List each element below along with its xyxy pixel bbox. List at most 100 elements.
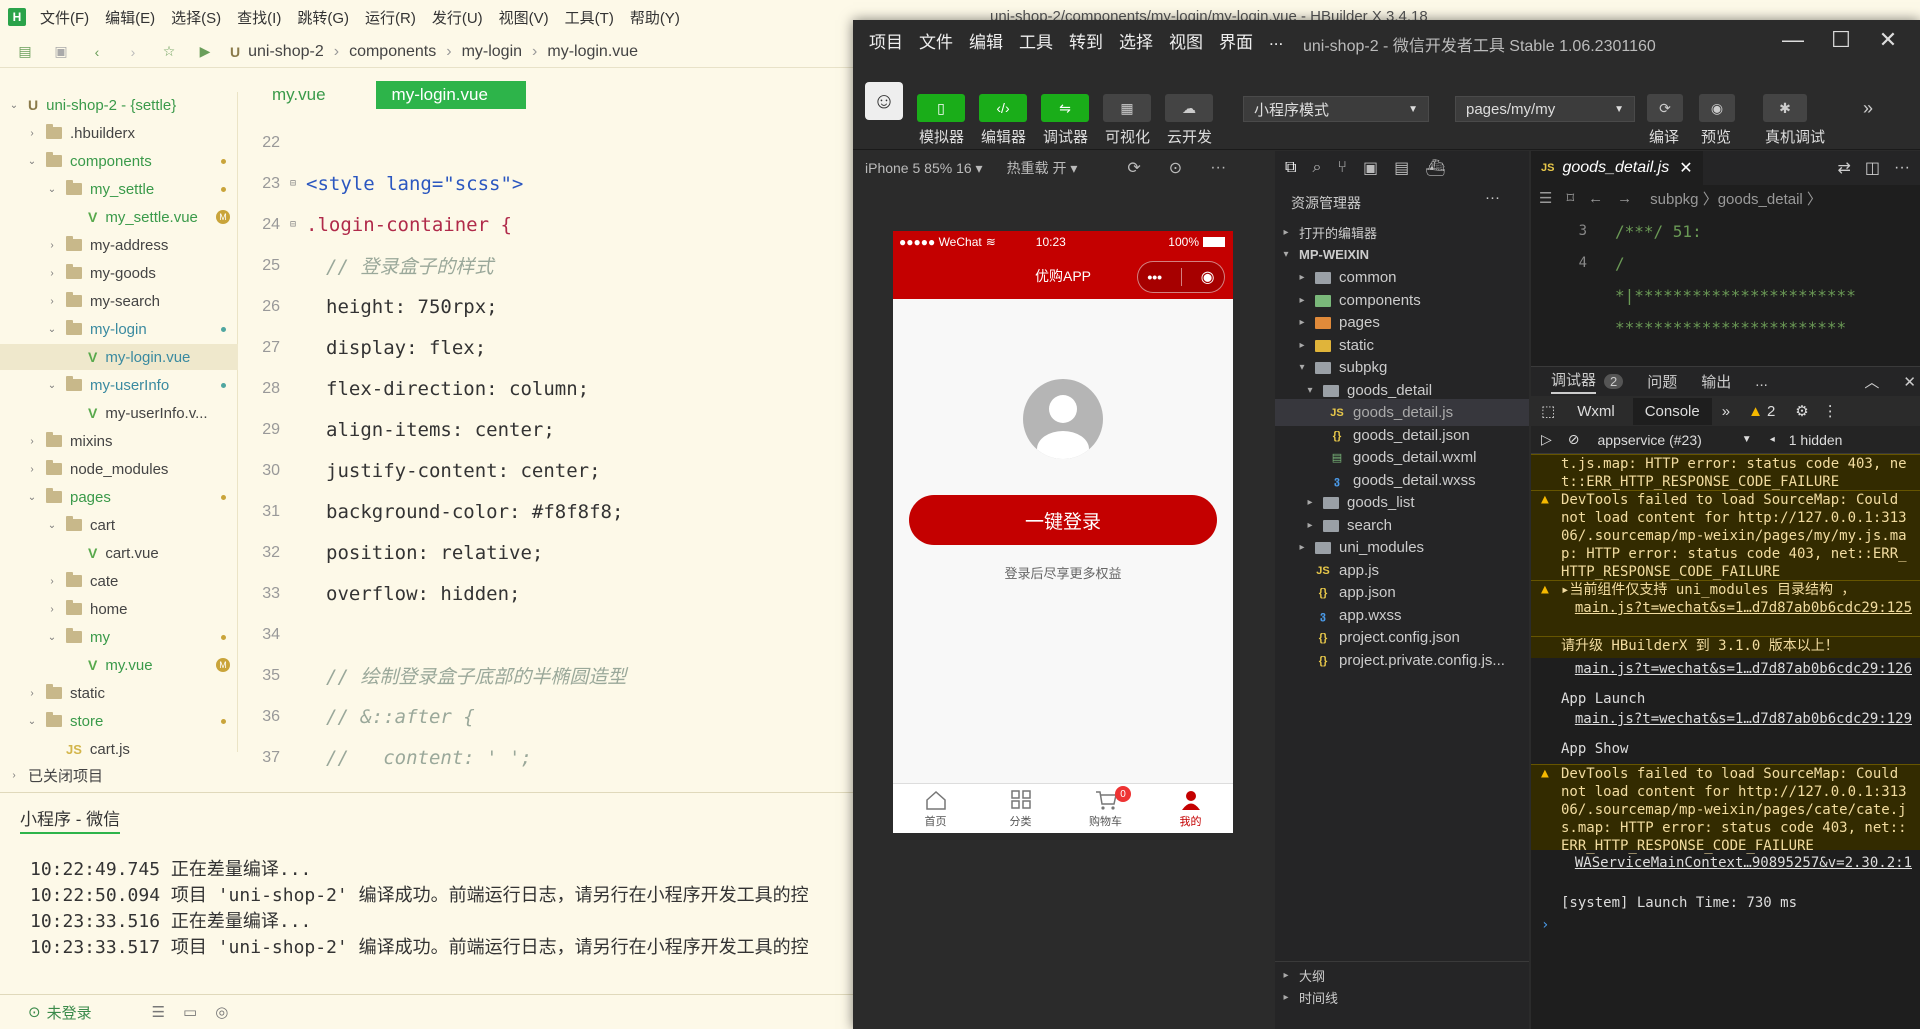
tree-item-components[interactable]: ⌄components bbox=[0, 148, 238, 174]
tab-issues[interactable]: 问题 bbox=[1647, 371, 1677, 392]
console-prompt[interactable]: › bbox=[1531, 916, 1920, 936]
cloud-icon[interactable]: ☁ bbox=[1165, 94, 1213, 122]
menu-view[interactable]: 视图 bbox=[1169, 28, 1203, 53]
tab-category[interactable]: 分类 bbox=[978, 784, 1063, 833]
more-icon[interactable]: ··· bbox=[1210, 159, 1226, 177]
storage-icon[interactable]: ▤ bbox=[1394, 158, 1409, 178]
breadcrumb-item[interactable]: my-login.vue bbox=[547, 43, 638, 61]
files-icon[interactable]: ⧉ bbox=[1285, 159, 1296, 177]
breadcrumb-item[interactable]: components bbox=[349, 43, 436, 61]
split-editor-icon[interactable]: ◫ bbox=[1865, 158, 1880, 178]
tab-goods-detail-js[interactable]: JS goods_detail.js ✕ bbox=[1531, 151, 1703, 185]
login-status[interactable]: 未登录 bbox=[47, 1002, 92, 1023]
clear-console-icon[interactable]: ⊘ bbox=[1568, 431, 1580, 448]
menu-more[interactable]: ... bbox=[1269, 30, 1283, 50]
tab-mine[interactable]: 我的 bbox=[1148, 784, 1233, 833]
tree-item-root[interactable]: ⌄Uuni-shop-2 - {settle} bbox=[0, 92, 238, 118]
favorite-icon[interactable]: ☆ bbox=[158, 41, 180, 63]
exit-icon[interactable]: ◉ bbox=[1201, 267, 1215, 287]
menu-edit[interactable]: 编辑 bbox=[969, 28, 1003, 53]
page-path-select[interactable]: pages/my/my▼ bbox=[1455, 96, 1635, 122]
terminal-icon[interactable]: ▭ bbox=[183, 1003, 197, 1021]
menu-run[interactable]: 运行(R) bbox=[365, 7, 416, 28]
list-icon[interactable]: ☰ bbox=[1539, 189, 1552, 207]
tree-item-cart-vue[interactable]: Vcart.vue bbox=[0, 540, 238, 566]
code-editor[interactable]: 22 23⊟<style lang="scss"> 24⊟.login-cont… bbox=[240, 122, 850, 792]
mode-select[interactable]: 小程序模式▼ bbox=[1243, 96, 1429, 122]
settings-icon[interactable]: ⚙ bbox=[1795, 402, 1808, 420]
tree-item-cart[interactable]: ⌄cart bbox=[0, 512, 238, 538]
menu-file[interactable]: 文件 bbox=[919, 28, 953, 53]
tab-debugger[interactable]: 调试器 bbox=[1551, 369, 1596, 394]
tree-item-my-search[interactable]: ›my-search bbox=[0, 288, 238, 314]
menu-tools[interactable]: 工具 bbox=[1019, 28, 1053, 53]
remote-debug-icon[interactable]: ✱ bbox=[1763, 94, 1807, 122]
explorer-item[interactable]: {}project.private.config.js... bbox=[1275, 647, 1529, 674]
context-select[interactable]: appservice (#23) bbox=[1598, 432, 1702, 448]
editor-toggle-icon[interactable]: ‹/› bbox=[979, 94, 1027, 122]
more-dots-icon[interactable]: ••• bbox=[1147, 269, 1162, 285]
stop-icon[interactable]: ⊙ bbox=[1169, 158, 1182, 178]
list-icon[interactable]: ☰ bbox=[152, 1003, 165, 1021]
tree-item-mixins[interactable]: ›mixins bbox=[0, 428, 238, 454]
menu-tools[interactable]: 工具(T) bbox=[565, 7, 614, 28]
tree-item-my-goods[interactable]: ›my-goods bbox=[0, 260, 238, 286]
new-file-icon[interactable]: ▤ bbox=[14, 41, 36, 63]
tab-more[interactable]: ... bbox=[1755, 373, 1768, 390]
menu-view[interactable]: 视图(V) bbox=[499, 7, 549, 28]
kebab-icon[interactable]: ⋮ bbox=[1823, 402, 1838, 420]
tree-item-my-login[interactable]: ⌄my-login bbox=[0, 316, 238, 342]
tab-my-vue[interactable]: my.vue bbox=[240, 81, 358, 109]
hot-reload-select[interactable]: 热重载 开 ▾ bbox=[1007, 158, 1078, 178]
inspect-icon[interactable]: ⬚ bbox=[1541, 402, 1555, 420]
console-tab[interactable]: 小程序 - 微信 bbox=[20, 805, 120, 834]
tab-console[interactable]: Console bbox=[1633, 398, 1712, 425]
user-avatar[interactable]: ☺ bbox=[865, 82, 903, 120]
menu-publish[interactable]: 发行(U) bbox=[432, 7, 483, 28]
capsule-menu[interactable]: ••• ◉ bbox=[1137, 261, 1225, 293]
forward-icon[interactable]: → bbox=[1617, 190, 1632, 207]
tree-item-node-modules[interactable]: ›node_modules bbox=[0, 456, 238, 482]
expand-icon[interactable]: » bbox=[1863, 98, 1873, 119]
tree-item-my-address[interactable]: ›my-address bbox=[0, 232, 238, 258]
menu-help[interactable]: 帮助(Y) bbox=[630, 7, 680, 28]
compare-icon[interactable]: ⇄ bbox=[1837, 158, 1850, 178]
menu-select[interactable]: 选择(S) bbox=[171, 7, 221, 28]
simulator-toggle-icon[interactable]: ▯ bbox=[917, 94, 965, 122]
refresh-icon[interactable]: ⟳ bbox=[1127, 158, 1140, 178]
globe-icon[interactable]: ◎ bbox=[215, 1003, 228, 1021]
tab-my-login-vue[interactable]: my-login.vue bbox=[376, 81, 526, 109]
close-icon[interactable]: ✕ bbox=[1873, 26, 1903, 54]
tree-item-cate[interactable]: ›cate bbox=[0, 568, 238, 594]
editor-more-icon[interactable]: ··· bbox=[1894, 159, 1910, 177]
bookmark-icon[interactable]: ⌑ bbox=[1566, 189, 1574, 207]
menu-edit[interactable]: 编辑(E) bbox=[105, 7, 155, 28]
menu-goto[interactable]: 跳转(G) bbox=[297, 7, 349, 28]
menu-file[interactable]: 文件(F) bbox=[40, 7, 89, 28]
save-icon[interactable]: ▣ bbox=[50, 41, 72, 63]
back-icon[interactable]: ‹ bbox=[86, 41, 108, 63]
tree-item-my-login-vue[interactable]: Vmy-login.vue bbox=[0, 344, 238, 370]
close-panel-icon[interactable]: ✕ bbox=[1903, 373, 1916, 391]
collapse-panel-icon[interactable]: ︿ bbox=[1864, 371, 1879, 392]
tree-item-my-vue[interactable]: Vmy.vueM bbox=[0, 652, 238, 678]
tab-wxml[interactable]: Wxml bbox=[1577, 403, 1615, 420]
breadcrumb-item[interactable]: my-login bbox=[462, 43, 522, 61]
tree-item-hbuilderx[interactable]: ›.hbuilderx bbox=[0, 120, 238, 146]
git-icon[interactable]: ⑂ bbox=[1337, 159, 1347, 177]
tree-item-my-settle-vue[interactable]: Vmy_settle.vueM bbox=[0, 204, 238, 230]
tree-item-pages[interactable]: ⌄pages bbox=[0, 484, 238, 510]
tree-item-store[interactable]: ⌄store bbox=[0, 708, 238, 734]
timeline-section[interactable]: ▸时间线 bbox=[1275, 984, 1529, 1011]
menu-find[interactable]: 查找(I) bbox=[237, 7, 281, 28]
docker-icon[interactable]: ⛴ bbox=[1425, 158, 1445, 178]
back-icon[interactable]: ← bbox=[1588, 190, 1603, 207]
visual-icon[interactable]: ▦ bbox=[1103, 94, 1151, 122]
extensions-icon[interactable]: ▣ bbox=[1363, 158, 1378, 178]
device-select[interactable]: iPhone 5 85% 16 ▾ bbox=[865, 160, 983, 177]
menu-interface[interactable]: 界面 bbox=[1219, 28, 1253, 53]
close-tab-icon[interactable]: ✕ bbox=[1679, 158, 1692, 178]
tree-item-static[interactable]: ›static bbox=[0, 680, 238, 706]
minimize-icon[interactable]: — bbox=[1778, 26, 1808, 54]
tree-item-cart-js[interactable]: JScart.js bbox=[0, 736, 238, 762]
